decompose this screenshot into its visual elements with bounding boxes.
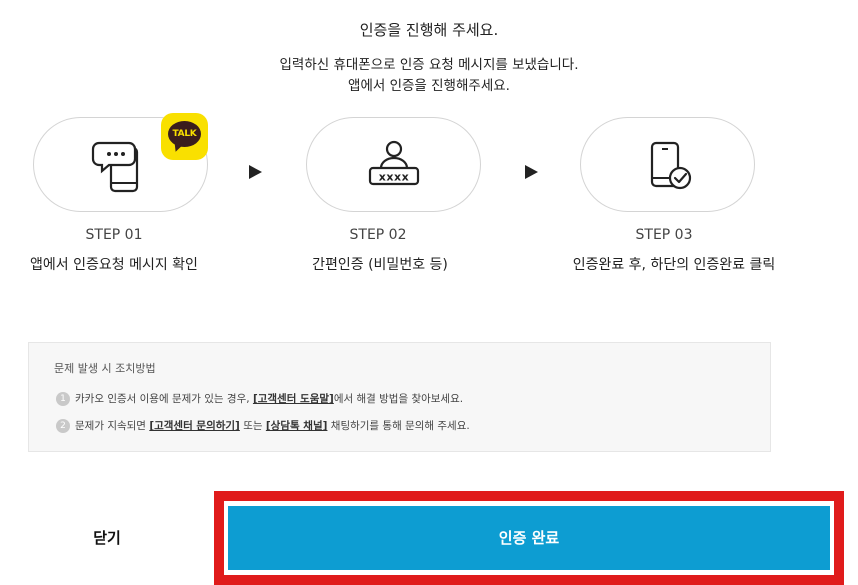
consult-talk-channel-link[interactable]: [상담톡 채널] — [266, 420, 328, 432]
talk-badge-label: TALK — [168, 121, 201, 147]
step-3-number: STEP 03 — [635, 227, 693, 243]
step-3-description: 인증완료 후, 하단의 인증완료 클릭 — [572, 257, 776, 273]
step-arrow-1 — [249, 165, 262, 179]
auth-complete-button[interactable]: 인증 완료 — [228, 506, 830, 570]
kakao-talk-badge: TALK — [161, 113, 208, 160]
troubleshooting-item-2: 2 문제가 지속되면 [고객센터 문의하기] 또는 [상담톡 채널] 채팅하기를 … — [56, 418, 470, 433]
step-2-number: STEP 02 — [349, 227, 407, 243]
troubleshooting-box: 문제 발생 시 조치방법 1 카카오 인증서 이용에 문제가 있는 경우, [고객… — [28, 342, 771, 452]
step-1-description: 앱에서 인증요청 메시지 확인 — [30, 257, 198, 273]
troubleshooting-title: 문제 발생 시 조치방법 — [54, 362, 156, 375]
auth-instruction-line-2: 앱에서 인증을 진행해주세요. — [348, 78, 510, 94]
user-password-icon: xxxx — [368, 140, 419, 185]
close-button[interactable]: 닫기 — [0, 491, 214, 585]
phone-check-icon — [650, 141, 691, 189]
troubleshooting-item-1: 1 카카오 인증서 이용에 문제가 있는 경우, [고객센터 도움말]에서 해결 … — [56, 391, 463, 406]
confirm-button-highlight: 인증 완료 — [214, 491, 844, 585]
item-2-text-before: 문제가 지속되면 — [75, 420, 146, 432]
step-1-number: STEP 01 — [85, 227, 143, 243]
password-mask-text: xxxx — [378, 170, 408, 183]
help-center-inquiry-link[interactable]: [고객센터 문의하기] — [149, 420, 240, 432]
phone-message-icon — [91, 141, 138, 192]
item-number-badge: 2 — [56, 419, 70, 433]
item-2-text-mid: 또는 — [243, 420, 263, 432]
auth-instruction-title: 인증을 진행해 주세요. — [359, 21, 499, 39]
item-number-badge: 1 — [56, 392, 70, 406]
step-arrow-2 — [525, 165, 538, 179]
item-1-text-after: 에서 해결 방법을 찾아보세요. — [333, 393, 464, 405]
item-1-text-before: 카카오 인증서 이용에 문제가 있는 경우, — [75, 393, 250, 405]
step-3-icon-container — [580, 117, 755, 212]
auth-instruction-text: 입력하신 휴대폰으로 인증 요청 메시지를 보냈습니다. 앱에서 인증을 진행해… — [0, 55, 858, 97]
help-center-guide-link[interactable]: [고객센터 도움말] — [253, 393, 334, 405]
auth-instruction-line-1: 입력하신 휴대폰으로 인증 요청 메시지를 보냈습니다. — [279, 57, 579, 73]
step-2-icon-container: xxxx — [306, 117, 481, 212]
item-2-text-after: 채팅하기를 통해 문의해 주세요. — [330, 420, 470, 432]
step-2-description: 간편인증 (비밀번호 등) — [312, 257, 448, 273]
